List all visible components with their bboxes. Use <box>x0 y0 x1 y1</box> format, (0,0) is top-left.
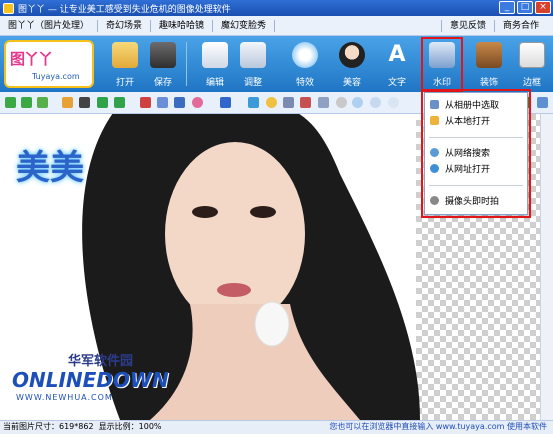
border-label: 边框 <box>522 78 541 88</box>
rotate-right-icon[interactable] <box>114 97 125 108</box>
menu-funhouse-mirror[interactable]: 趣味哈哈镜 <box>151 19 214 32</box>
menu-feedback[interactable]: 意见反馈 <box>440 20 494 32</box>
status-zoom: 显示比例：100% <box>98 422 162 431</box>
pencil-ruler-icon <box>202 42 228 68</box>
logo-domain: Tuyaya.com <box>32 72 80 81</box>
floppy-icon <box>150 42 176 68</box>
site-url: WWW.NEWHUA.COM <box>16 393 113 402</box>
logo-text: 图丫丫 <box>10 50 53 68</box>
crop-icon[interactable] <box>62 97 73 108</box>
minimize-button[interactable]: _ <box>499 1 515 14</box>
stamp-icon[interactable] <box>300 97 311 108</box>
open-label: 打开 <box>115 78 134 88</box>
palette-icon[interactable] <box>192 97 203 108</box>
adjust-label: 调整 <box>243 78 262 88</box>
adjust-icon <box>240 42 266 68</box>
undo-icon[interactable] <box>5 97 16 108</box>
redo-icon[interactable] <box>21 97 32 108</box>
status-image-info: 当前图片尺寸：619*862 显示比例：100% <box>3 421 162 433</box>
bulb-icon[interactable] <box>266 97 277 108</box>
beauty-label: 美容 <box>342 78 361 88</box>
film-icon[interactable] <box>157 97 168 108</box>
edit-button[interactable]: 编辑 <box>196 38 234 90</box>
decorate-label: 装饰 <box>479 78 498 88</box>
drop-icon[interactable] <box>352 97 363 108</box>
menu-face-morph[interactable]: 魔幻变脸秀 <box>213 19 276 32</box>
folder-icon <box>112 42 138 68</box>
blur-icon[interactable] <box>336 97 347 108</box>
app-logo: 图丫丫 Tuyaya.com <box>4 40 94 88</box>
rotate-left-icon[interactable] <box>97 97 108 108</box>
border-icon <box>519 42 545 68</box>
menu-bar: 图丫丫（图片处理） 奇幻场景 趣味哈哈镜 魔幻变脸秀 意见反馈 商务合作 <box>0 16 553 36</box>
close-button[interactable]: × <box>535 1 551 14</box>
open-button[interactable]: 打开 <box>106 38 144 90</box>
app-icon <box>3 2 14 14</box>
text-button[interactable]: A 文字 <box>378 38 416 90</box>
face-icon <box>339 42 365 68</box>
status-image-size: 当前图片尺寸：619*862 <box>3 422 94 431</box>
decorate-button[interactable]: 装饰 <box>470 38 508 90</box>
drop-pale-icon[interactable] <box>388 97 399 108</box>
text-label: 文字 <box>387 78 406 88</box>
window-title: 图丫丫 — 让专业美工感受到失业危机的图像处理软件 <box>18 4 231 15</box>
save-button[interactable]: 保存 <box>144 38 182 90</box>
resize-icon[interactable] <box>79 97 90 108</box>
fullscreen-icon[interactable] <box>537 97 548 108</box>
picture-icon[interactable] <box>174 97 185 108</box>
status-web-hint[interactable]: 您也可以在浏览器中直接输入 www.tuyaya.com 使用本软件 <box>329 421 547 433</box>
save-label: 保存 <box>153 78 172 88</box>
menu-business[interactable]: 商务合作 <box>493 20 547 32</box>
sparkle-icon <box>292 42 318 68</box>
watermark-text: 美美 <box>16 148 84 188</box>
menu-image-processing[interactable]: 图丫丫（图片处理） <box>0 19 99 32</box>
effects-label: 特效 <box>295 78 314 88</box>
site-name-en: ONLINEDOWN <box>12 368 169 392</box>
text-a-icon[interactable] <box>220 97 231 108</box>
dropdown-highlight <box>421 89 531 218</box>
grid-icon[interactable] <box>318 97 329 108</box>
title-bar: 图丫丫 — 让专业美工感受到失业危机的图像处理软件 _ □ × <box>0 0 553 16</box>
letter-a-icon: A <box>388 42 406 67</box>
maximize-button[interactable]: □ <box>517 1 533 14</box>
refresh-icon[interactable] <box>37 97 48 108</box>
color-icon[interactable] <box>140 97 151 108</box>
watermark-highlight <box>421 37 463 93</box>
frame-icon <box>476 42 502 68</box>
site-name-cn: 华军软件园 <box>68 354 134 369</box>
site-logo: 华军软件园 ONLINEDOWN WWW.NEWHUA.COM <box>8 344 169 414</box>
magic-icon[interactable] <box>283 97 294 108</box>
menu-fantasy-scenes[interactable]: 奇幻场景 <box>98 19 152 32</box>
adjust-button[interactable]: 调整 <box>234 38 272 90</box>
main-toolbar: 图丫丫 Tuyaya.com 打开 保存 编辑 调整 特效 美容 A 文字 水印… <box>0 36 553 92</box>
beauty-button[interactable]: 美容 <box>333 38 371 90</box>
edit-label: 编辑 <box>205 78 224 88</box>
effects-button[interactable]: 特效 <box>286 38 324 90</box>
vertical-scrollbar[interactable] <box>540 114 553 420</box>
status-bar: 当前图片尺寸：619*862 显示比例：100% 您也可以在浏览器中直接输入 w… <box>0 420 553 434</box>
layers-icon[interactable] <box>248 97 259 108</box>
border-button[interactable]: 边框 <box>513 38 551 90</box>
drop-light-icon[interactable] <box>370 97 381 108</box>
